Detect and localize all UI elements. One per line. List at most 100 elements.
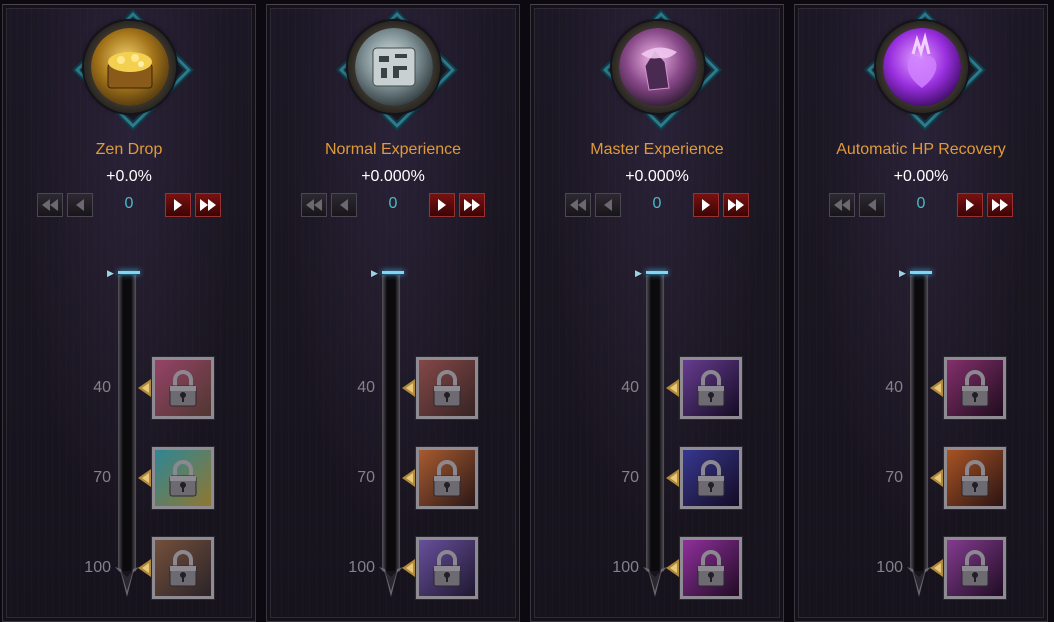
level-threshold-label: 40 — [357, 379, 375, 396]
level-count: 0 — [388, 195, 398, 212]
reward-frame — [152, 537, 214, 599]
treasure-chest-icon — [91, 28, 169, 106]
bonus-value: +0.0% — [106, 168, 152, 185]
left-button[interactable] — [67, 193, 93, 217]
progress-marker-glow — [646, 271, 668, 274]
level-count: 0 — [652, 195, 662, 212]
progress-track: ▶ — [371, 268, 404, 599]
reward-frame — [416, 357, 478, 419]
level-threshold-label: 40 — [93, 379, 111, 396]
level-threshold-label: 100 — [876, 559, 903, 576]
crystal-icon — [619, 28, 697, 106]
right-button[interactable] — [165, 193, 191, 217]
pointer-arrow-icon — [666, 469, 679, 487]
progress-pointer-icon: ▶ — [899, 268, 906, 278]
right-button[interactable] — [429, 193, 455, 217]
double-left-button[interactable] — [301, 193, 327, 217]
double-right-icon — [992, 199, 1008, 211]
reward-frame — [152, 447, 214, 509]
bonus-value: +0.000% — [361, 168, 425, 185]
locked-reward-slot[interactable] — [138, 447, 214, 511]
rune-stone-icon — [355, 28, 433, 106]
left-icon — [340, 199, 348, 211]
pointer-arrow-icon — [402, 469, 415, 487]
reward-frame — [944, 537, 1006, 599]
level-threshold-label: 70 — [621, 469, 639, 486]
locked-master-reward-icon — [683, 450, 739, 506]
level-threshold-label: 70 — [93, 469, 111, 486]
level-threshold-label: 100 — [84, 559, 111, 576]
bonus-title: Master Experience — [590, 141, 724, 158]
progress-pointer-icon: ▶ — [635, 268, 642, 278]
bonus-title: Zen Drop — [95, 141, 163, 158]
double-right-button[interactable] — [459, 193, 485, 217]
locked-zen-reward-icon — [155, 360, 211, 416]
locked-reward-slot[interactable] — [666, 357, 742, 421]
bonus-value: +0.000% — [625, 168, 689, 185]
locked-reward-slot[interactable] — [138, 537, 214, 601]
double-right-button[interactable] — [195, 193, 221, 217]
progress-marker-glow — [910, 271, 932, 274]
bonus-panel: Normal Experience +0.000% 0 ▶ 40 70 100 — [266, 4, 520, 622]
level-threshold-label: 70 — [357, 469, 375, 486]
progress-marker-glow — [382, 271, 404, 274]
level-count: 0 — [124, 195, 134, 212]
reward-frame — [680, 537, 742, 599]
right-button[interactable] — [957, 193, 983, 217]
right-button[interactable] — [693, 193, 719, 217]
level-count: 0 — [916, 195, 926, 212]
locked-reward-slot[interactable] — [402, 537, 478, 601]
pointer-arrow-icon — [930, 559, 943, 577]
pointer-arrow-icon — [930, 379, 943, 397]
bonus-panel: Automatic HP Recovery +0.00% 0 ▶ 40 70 1… — [794, 4, 1048, 622]
left-button[interactable] — [595, 193, 621, 217]
right-icon — [966, 199, 974, 211]
right-icon — [438, 199, 446, 211]
heart-flame-icon — [883, 28, 961, 106]
progress-pointer-icon: ▶ — [371, 268, 378, 278]
bonus-title: Automatic HP Recovery — [836, 141, 1006, 158]
reward-frame — [416, 447, 478, 509]
bonus-emblem — [75, 12, 191, 128]
double-left-icon — [42, 199, 58, 211]
double-left-button[interactable] — [37, 193, 63, 217]
locked-hp-reward-icon — [947, 450, 1003, 506]
locked-reward-slot[interactable] — [138, 357, 214, 421]
locked-reward-slot[interactable] — [402, 357, 478, 421]
reward-frame — [152, 357, 214, 419]
double-right-icon — [200, 199, 216, 211]
locked-reward-slot[interactable] — [666, 447, 742, 511]
reward-frame — [944, 357, 1006, 419]
left-button[interactable] — [859, 193, 885, 217]
double-right-icon — [464, 199, 480, 211]
arrow-tip-icon — [643, 567, 667, 597]
locked-reward-slot[interactable] — [930, 447, 1006, 511]
arrow-tip-icon — [907, 567, 931, 597]
left-icon — [604, 199, 612, 211]
pointer-arrow-icon — [402, 379, 415, 397]
pointer-arrow-icon — [138, 379, 151, 397]
bonus-emblem — [339, 12, 455, 128]
pointer-arrow-icon — [930, 469, 943, 487]
locked-master-reward-icon — [683, 540, 739, 596]
progress-track: ▶ — [107, 268, 140, 599]
double-right-button[interactable] — [723, 193, 749, 217]
left-button[interactable] — [331, 193, 357, 217]
locked-reward-slot[interactable] — [402, 447, 478, 511]
double-left-icon — [834, 199, 850, 211]
bonus-panel: Master Experience +0.000% 0 ▶ 40 70 100 — [530, 4, 784, 622]
double-right-button[interactable] — [987, 193, 1013, 217]
locked-reward-slot[interactable] — [930, 537, 1006, 601]
locked-reward-slot[interactable] — [930, 357, 1006, 421]
level-controls: 0 — [297, 193, 487, 221]
pointer-arrow-icon — [666, 379, 679, 397]
double-left-button[interactable] — [565, 193, 591, 217]
pointer-arrow-icon — [666, 559, 679, 577]
double-left-icon — [570, 199, 586, 211]
double-left-button[interactable] — [829, 193, 855, 217]
progress-pointer-icon: ▶ — [107, 268, 114, 278]
locked-reward-slot[interactable] — [666, 537, 742, 601]
right-icon — [174, 199, 182, 211]
left-icon — [868, 199, 876, 211]
bonus-value: +0.00% — [893, 168, 949, 185]
